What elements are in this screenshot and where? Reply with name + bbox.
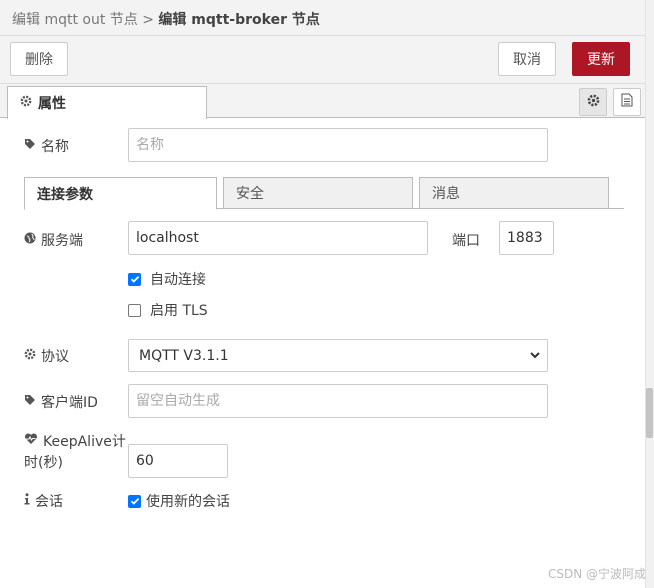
protocol-label-row: 协议: [24, 346, 69, 366]
auto-connect-checkbox[interactable]: [128, 272, 141, 286]
tab-properties[interactable]: 属性: [7, 86, 207, 119]
scrollbar-track[interactable]: [645, 0, 654, 588]
info-icon: [24, 493, 30, 509]
name-label-row: 名称: [24, 136, 69, 156]
client-id-input[interactable]: [128, 384, 548, 418]
tls-checkbox[interactable]: [128, 303, 141, 317]
client-id-label: 客户端ID: [41, 395, 98, 411]
name-input[interactable]: [128, 128, 548, 162]
breadcrumb: 编辑 mqtt out 节点 > 编辑 mqtt-broker 节点: [12, 9, 320, 29]
clean-session-checkbox[interactable]: [128, 494, 141, 508]
server-label-row: 服务端: [24, 230, 83, 250]
tag-icon: [24, 138, 36, 154]
session-row[interactable]: 使用新的会话: [128, 491, 230, 511]
keepalive-label-line1: KeepAlive计: [43, 434, 126, 450]
name-label: 名称: [41, 139, 69, 155]
subtab-security[interactable]: 安全: [223, 177, 413, 209]
breadcrumb-separator: >: [142, 12, 154, 28]
breadcrumb-current: 编辑 mqtt-broker 节点: [158, 12, 320, 28]
protocol-select[interactable]: MQTT V3.1.1: [128, 339, 548, 372]
cancel-button[interactable]: 取消: [498, 42, 556, 76]
protocol-label: 协议: [41, 349, 69, 365]
update-button[interactable]: 更新: [572, 42, 630, 76]
breadcrumb-parent[interactable]: 编辑 mqtt out 节点: [12, 12, 138, 28]
keepalive-label-line2: 时(秒): [24, 455, 63, 471]
dialog-toolbar: 删除 取消 更新: [0, 36, 645, 84]
protocol-selected-value: MQTT V3.1.1: [139, 347, 229, 364]
clean-session-label: 使用新的会话: [146, 494, 230, 510]
delete-button[interactable]: 删除: [10, 42, 68, 76]
gear-icon: [587, 94, 600, 111]
session-label: 会话: [35, 494, 63, 510]
client-id-label-row: 客户端ID: [24, 392, 98, 412]
file-text-icon: [621, 93, 633, 111]
chevron-down-icon: [529, 349, 541, 365]
port-input[interactable]: [499, 221, 554, 255]
gear-icon: [24, 348, 36, 364]
subtab-messages[interactable]: 消息: [419, 177, 609, 209]
tab-properties-label: 属性: [38, 96, 66, 112]
subtab-connection[interactable]: 连接参数: [24, 177, 217, 210]
heartbeat-icon: [24, 433, 38, 449]
tag-icon: [24, 394, 36, 410]
scrollbar-thumb[interactable]: [646, 388, 653, 438]
port-label: 端口: [452, 233, 480, 249]
session-label-row: 会话: [24, 491, 63, 511]
server-label: 服务端: [41, 233, 83, 249]
watermark: CSDN @宁波阿成: [547, 567, 646, 581]
keepalive-label-row: KeepAlive计: [24, 431, 126, 451]
tls-row[interactable]: 启用 TLS: [128, 300, 208, 320]
globe-icon: [24, 232, 36, 248]
dialog-header: 编辑 mqtt out 节点 > 编辑 mqtt-broker 节点: [0, 0, 645, 36]
keepalive-input[interactable]: [128, 444, 228, 478]
server-input[interactable]: [128, 221, 428, 255]
gear-icon: [20, 95, 32, 111]
description-tab-button[interactable]: [613, 88, 641, 116]
auto-connect-row[interactable]: 自动连接: [128, 269, 206, 289]
settings-tab-button[interactable]: [579, 88, 607, 116]
tls-label: 启用 TLS: [150, 303, 208, 319]
tab-bar: 属性: [0, 84, 645, 119]
auto-connect-label: 自动连接: [150, 272, 206, 288]
